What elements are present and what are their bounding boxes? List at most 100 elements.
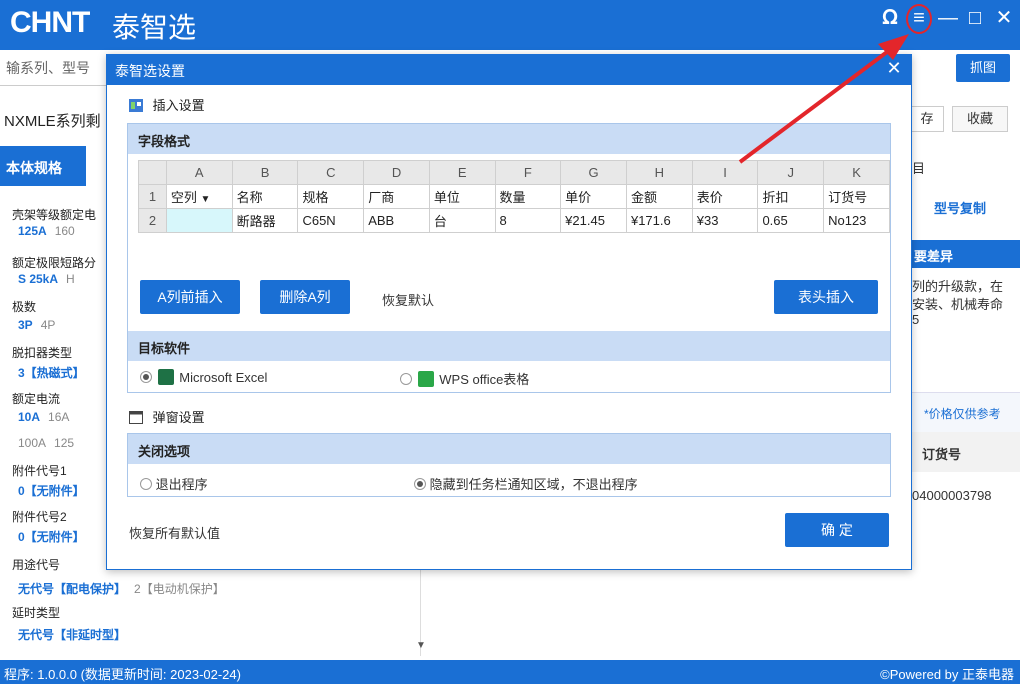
excel-radio[interactable] — [140, 371, 152, 383]
grid-cell[interactable]: 断路器 — [231, 208, 299, 233]
spec-value[interactable]: 125A 160 — [18, 224, 75, 238]
dialog-header: 泰智选设置 ✕ — [107, 55, 911, 85]
restore-default-link[interactable]: 恢复默认 — [382, 290, 434, 309]
favorite-button[interactable]: 收藏 — [952, 106, 1008, 132]
chnt-logo: CHNT — [10, 6, 90, 39]
grid-cell[interactable]: ABB — [363, 208, 430, 233]
spec-value[interactable]: 100A 125 — [18, 436, 74, 450]
column-header[interactable]: B — [231, 160, 299, 185]
spec-value[interactable]: 无代号【配电保护】 2【电动机保护】 — [18, 580, 225, 597]
restore-all-link[interactable]: 恢复所有默认值 — [129, 523, 220, 542]
grid-cell[interactable]: 名称 — [231, 184, 299, 209]
spec-title: 额定电流 — [12, 392, 61, 406]
tab-body-spec[interactable]: 本体规格 — [0, 146, 86, 186]
column-header[interactable]: F — [494, 160, 562, 185]
price-note: *价格仅供参考 — [910, 392, 1020, 432]
column-select[interactable]: 空列 ▼ — [165, 184, 233, 209]
model-title: NXMLE系列剩 — [4, 113, 101, 130]
search-input[interactable]: 输系列、型号 — [0, 50, 120, 86]
wps-icon — [417, 371, 434, 387]
confirm-button[interactable]: 确 定 — [785, 513, 889, 547]
insert-before-a-button[interactable]: A列前插入 — [140, 280, 240, 314]
grid-cell[interactable]: 台 — [428, 208, 496, 233]
column-header[interactable]: D — [363, 160, 430, 185]
grid-cell[interactable]: C65N — [297, 208, 365, 233]
spec-value[interactable]: 0【无附件】 — [18, 528, 85, 545]
close-icon[interactable]: ✕ — [992, 6, 1016, 30]
column-header[interactable]: I — [691, 160, 759, 185]
column-header[interactable]: J — [757, 160, 825, 185]
grid-cell[interactable]: 表价 — [691, 184, 759, 209]
exit-program-radio[interactable] — [140, 478, 152, 490]
scroll-down-icon[interactable]: ▼ — [416, 640, 426, 651]
insert-settings-icon — [129, 99, 143, 112]
grid-cell[interactable]: 折扣 — [757, 184, 825, 209]
wps-option[interactable]: WPS office表格 — [400, 369, 529, 388]
grid-cell[interactable]: ¥33 — [691, 208, 759, 233]
close-options-group: 关闭选项 退出程序 隐藏到任务栏通知区域，不退出程序 — [127, 433, 891, 497]
grid-cell[interactable]: 单位 — [428, 184, 496, 209]
column-header[interactable]: G — [560, 160, 627, 185]
grid-cell[interactable] — [165, 208, 233, 233]
popup-section-label: 弹窗设置 — [129, 407, 205, 426]
grid-corner — [138, 160, 167, 185]
spec-value[interactable]: 10A 16A — [18, 410, 69, 424]
column-header[interactable]: H — [625, 160, 693, 185]
diff-title: 要差异 — [910, 240, 1020, 268]
spec-value[interactable]: 无代号【非延时型】 — [18, 626, 126, 643]
column-header[interactable]: E — [428, 160, 496, 185]
excel-icon — [157, 369, 174, 385]
insert-section-label: 插入设置 — [129, 95, 205, 114]
spec-title: 壳架等级额定电 — [12, 208, 97, 222]
status-bar: 程序: 1.0.0.0 (数据更新时间: 2023-02-24) ©Powere… — [0, 660, 1020, 684]
app-name: 泰智选 — [112, 12, 197, 43]
grid-cell[interactable]: ¥171.6 — [625, 208, 693, 233]
user-icon[interactable]: 𝛀 — [878, 6, 902, 30]
status-version: 程序: 1.0.0.0 (数据更新时间: 2023-02-24) — [4, 667, 241, 682]
header-insert-button[interactable]: 表头插入 — [774, 280, 878, 314]
grid-cell[interactable]: 厂商 — [363, 184, 430, 209]
right-mark: 目 — [912, 161, 926, 176]
field-format-header: 字段格式 — [128, 124, 890, 154]
minimize-icon[interactable]: — — [936, 6, 960, 30]
grid-cell[interactable]: 金额 — [625, 184, 693, 209]
hide-to-tray-option[interactable]: 隐藏到任务栏通知区域，不退出程序 — [414, 474, 638, 493]
save-button[interactable]: 存 — [910, 106, 944, 132]
copy-model-link[interactable]: 型号复制 — [934, 198, 986, 217]
dropdown-arrow-icon[interactable]: ▼ — [201, 194, 211, 205]
grid-cell[interactable]: 单价 — [560, 184, 627, 209]
wps-radio[interactable] — [400, 373, 412, 385]
grid-cell[interactable]: 0.65 — [757, 208, 825, 233]
excel-option[interactable]: Microsoft Excel — [140, 369, 267, 385]
dialog-title: 泰智选设置 — [115, 63, 185, 79]
dialog-close-icon[interactable]: ✕ — [883, 58, 905, 79]
column-header[interactable]: A — [165, 160, 233, 185]
field-grid: A B C D E F G H I J K 1 空列 ▼ 名称 规格 厂商 单位… — [138, 160, 890, 233]
grid-cell[interactable]: No123 — [823, 208, 890, 233]
column-header[interactable]: C — [297, 160, 365, 185]
maximize-icon[interactable]: □ — [963, 6, 987, 30]
spec-title: 附件代号1 — [12, 464, 67, 478]
grab-image-button[interactable]: 抓图 — [956, 54, 1010, 82]
field-format-group: 字段格式 A B C D E F G H I J K 1 空列 ▼ 名称 规格 — [127, 123, 891, 351]
row-number: 1 — [138, 184, 167, 209]
spec-value[interactable]: 3【热磁式】 — [18, 364, 85, 381]
spec-title: 额定极限短路分 — [12, 256, 97, 270]
desc-line: 列的升级款，在 — [912, 279, 1004, 294]
spec-value[interactable]: 0【无附件】 — [18, 482, 85, 499]
delete-column-a-button[interactable]: 删除A列 — [260, 280, 350, 314]
grid-cell[interactable]: 8 — [494, 208, 562, 233]
menu-highlight-ring — [906, 4, 932, 34]
hide-to-tray-radio[interactable] — [414, 478, 426, 490]
grid-cell[interactable]: 数量 — [494, 184, 562, 209]
column-header[interactable]: K — [823, 160, 890, 185]
exit-program-option[interactable]: 退出程序 — [140, 474, 208, 493]
spec-value[interactable]: S 25kA H — [18, 272, 75, 286]
grid-cell[interactable]: ¥21.45 — [560, 208, 627, 233]
popup-settings-icon — [129, 411, 143, 424]
grid-cell[interactable]: 规格 — [297, 184, 365, 209]
grid-cell[interactable]: 订货号 — [823, 184, 890, 209]
target-software-group: 目标软件 Microsoft Excel WPS office表格 — [127, 331, 891, 393]
spec-value[interactable]: 3P 4P — [18, 318, 55, 332]
settings-dialog: 泰智选设置 ✕ 插入设置 字段格式 A B C D E F G H I J K — [106, 54, 912, 570]
